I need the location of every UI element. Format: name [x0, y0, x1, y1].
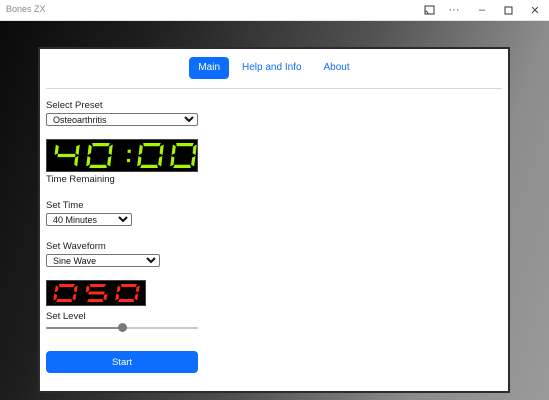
segment-g [88, 291, 105, 295]
segment-e [86, 156, 91, 167]
segment-f [54, 285, 59, 293]
segment-b [75, 144, 80, 155]
segment-a [121, 284, 137, 287]
timer-caption: Time Remaining [46, 174, 115, 185]
waveform-label: Set Waveform [46, 241, 106, 252]
timer-digits [54, 143, 197, 168]
segment-b [135, 285, 140, 293]
level-display [46, 280, 146, 306]
waveform-select[interactable]: Sine Wave [46, 254, 160, 267]
cast-icon[interactable] [416, 0, 442, 20]
slider-thumb[interactable] [118, 323, 127, 332]
segment-d [140, 164, 158, 168]
segment-b [159, 144, 164, 155]
segment-e [115, 293, 120, 301]
time-select[interactable]: 40 Minutes [46, 213, 132, 226]
segment-c [103, 293, 108, 301]
segment-a [176, 143, 194, 147]
segment-c [72, 293, 77, 301]
segment-b [73, 285, 78, 293]
main-panel: Main Help and Info About Select Preset O… [38, 47, 510, 393]
level-label: Set Level [46, 311, 86, 322]
segment-d [87, 299, 103, 302]
tab-about[interactable]: About [315, 57, 359, 79]
segment-f [138, 144, 143, 155]
title-bar: Bones ZX ··· – ✕ [0, 0, 549, 21]
level-slider[interactable] [46, 323, 198, 333]
segment-a [92, 143, 110, 147]
app-frame: Main Help and Info About Select Preset O… [0, 21, 549, 400]
preset-select[interactable]: Osteoarthritis [46, 113, 198, 126]
segment-f [54, 144, 59, 155]
nav-divider [46, 88, 502, 89]
segment-a [59, 284, 75, 287]
preset-label: Select Preset [46, 100, 103, 111]
segment-c [158, 156, 163, 167]
segment-d [56, 299, 72, 302]
segment-f [87, 144, 92, 155]
segment-d [173, 164, 191, 168]
window-title: Bones ZX [6, 4, 46, 14]
segment-f [85, 285, 90, 293]
segment-d [89, 164, 107, 168]
colon-dot [126, 158, 131, 163]
slider-fill [46, 327, 122, 329]
segment-e [170, 156, 175, 167]
segment-b [192, 144, 197, 155]
segment-e [137, 156, 142, 167]
segment-a [90, 284, 106, 287]
segment-f [171, 144, 176, 155]
segment-a [143, 143, 161, 147]
tab-main[interactable]: Main [189, 57, 230, 79]
segment-b [108, 144, 113, 155]
segment-c [74, 156, 79, 167]
timer-display [46, 139, 198, 172]
start-button[interactable]: Start [46, 351, 198, 373]
nav-bar: Main Help and Info About [40, 57, 508, 81]
close-icon[interactable]: ✕ [522, 0, 548, 20]
minimize-icon[interactable]: – [469, 0, 495, 20]
time-label: Set Time [46, 200, 84, 211]
segment-e [53, 293, 58, 301]
level-digits [53, 284, 140, 302]
more-icon[interactable]: ··· [441, 0, 467, 20]
colon-dot [127, 149, 131, 153]
segment-c [107, 156, 112, 167]
segment-g [57, 153, 76, 158]
segment-c [134, 293, 139, 301]
maximize-icon[interactable] [495, 0, 521, 20]
tab-help-and-info[interactable]: Help and Info [233, 57, 311, 79]
segment-c [191, 156, 196, 167]
segment-f [116, 285, 121, 293]
segment-d [118, 299, 134, 302]
